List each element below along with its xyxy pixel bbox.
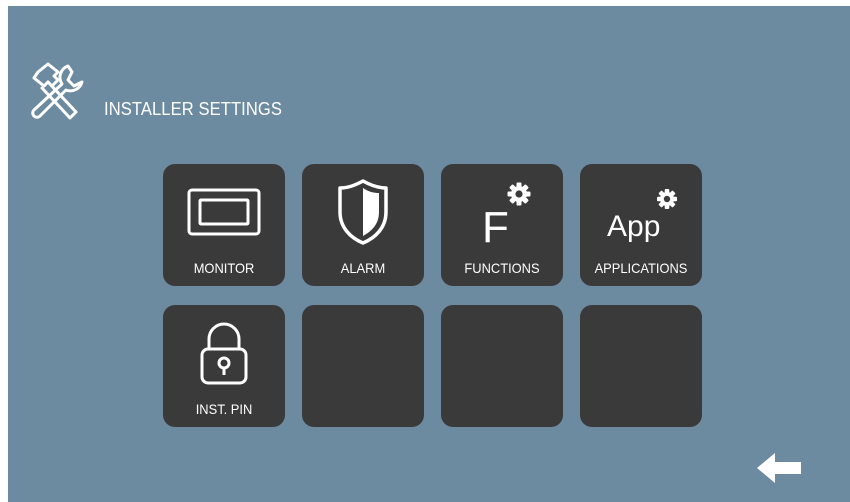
alarm-label: ALARM (340, 260, 386, 276)
installer-settings-screen: INSTALLER SETTINGS MONITOR ALARM F FUNCT… (8, 6, 850, 502)
monitor-label: MONITOR (193, 260, 255, 276)
functions-gear-icon: F (441, 164, 563, 260)
functions-label: FUNCTIONS (464, 260, 540, 276)
shield-icon (302, 164, 424, 260)
back-button[interactable] (752, 448, 806, 488)
inst-pin-label: INST. PIN (195, 401, 253, 417)
page-title: INSTALLER SETTINGS (104, 99, 283, 119)
back-arrow-icon (757, 453, 801, 483)
empty-tile[interactable] (580, 305, 702, 427)
monitor-icon (163, 164, 285, 260)
settings-grid: MONITOR ALARM F FUNCTIONS App APPLICATIO… (163, 164, 702, 427)
functions-tile[interactable]: F FUNCTIONS (441, 164, 563, 286)
monitor-tile[interactable]: MONITOR (163, 164, 285, 286)
empty-tile[interactable] (441, 305, 563, 427)
app-gear-icon: App (580, 164, 702, 260)
applications-label: APPLICATIONS (594, 260, 688, 276)
page-header: INSTALLER SETTINGS (24, 60, 298, 122)
svg-text:App: App (607, 210, 660, 243)
applications-tile[interactable]: App APPLICATIONS (580, 164, 702, 286)
lock-icon (163, 305, 285, 401)
tools-icon (31, 62, 84, 120)
empty-tile[interactable] (302, 305, 424, 427)
alarm-tile[interactable]: ALARM (302, 164, 424, 286)
svg-text:F: F (482, 203, 509, 252)
inst-pin-tile[interactable]: INST. PIN (163, 305, 285, 427)
